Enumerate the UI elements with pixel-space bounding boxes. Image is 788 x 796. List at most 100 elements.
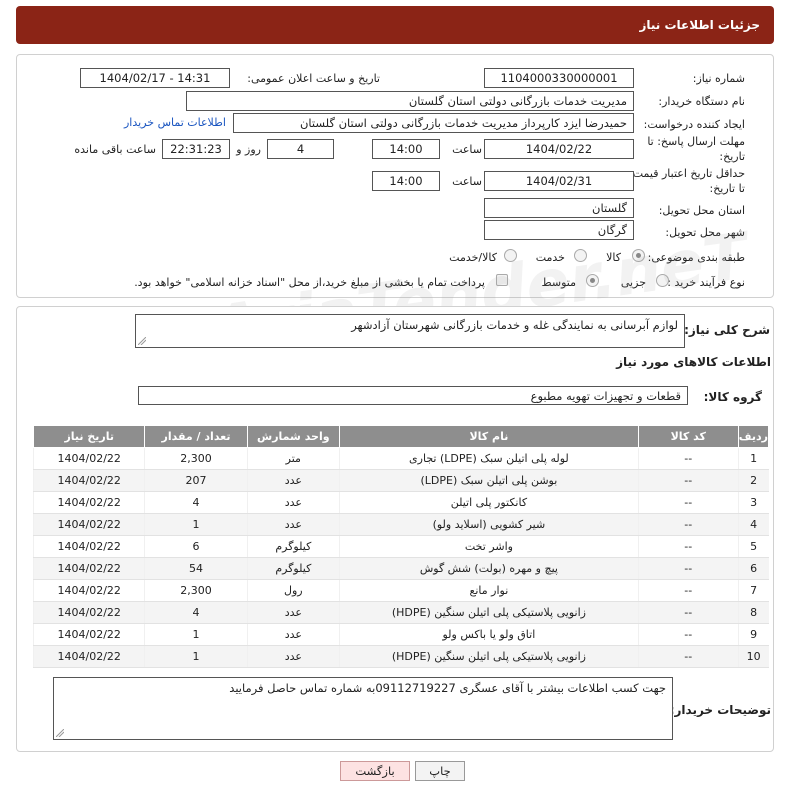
description-field[interactable]: لوازم آبرسانی به نمایندگی غله و خدمات با…	[135, 314, 685, 348]
buyer-notes-field[interactable]: جهت کسب اطلاعات بیشتر با آقای عسگری 0911…	[53, 677, 673, 740]
cell-qty: 6	[144, 535, 248, 558]
cell-date: 1404/02/22	[32, 623, 145, 646]
category-radio-service[interactable]	[574, 249, 587, 262]
days-label: روز و	[236, 143, 261, 156]
process-label: نوع فرآیند خرید :	[667, 276, 745, 289]
category-option-goods: کالا	[606, 251, 621, 264]
cell-date: 1404/02/22	[32, 447, 145, 470]
cell-code: --	[637, 469, 739, 492]
cell-name: زانویی پلاستیکی پلی اتیلن سنگین (HDPE)	[339, 645, 639, 668]
table-row: 1 -- لوله پلی اتیلن سبک (LDPE) تجاری متر 2,3…	[32, 447, 769, 470]
cell-qty: 2,300	[144, 447, 248, 470]
reply-date-field: 1404/02/22	[484, 139, 634, 159]
cell-name: کانکتور پلی اتیلن	[339, 491, 639, 514]
print-button[interactable]: چاپ	[415, 761, 465, 781]
cell-row: 8	[737, 601, 769, 624]
process-radio-minor[interactable]	[656, 274, 669, 287]
goods-table: ردیف کد کالا نام کالا واحد شمارش تعداد /…	[32, 425, 770, 668]
col-row: ردیف	[737, 425, 770, 448]
city-field: گرگان	[484, 220, 634, 240]
category-option-goods-service: کالا/خدمت	[449, 251, 497, 264]
table-row: 8 -- زانویی پلاستیکی پلی اتیلن سنگین (HDPE…	[32, 601, 769, 624]
buyer-contact-link[interactable]: اطلاعات تماس خریدار	[124, 116, 226, 129]
announce-datetime-label: تاریخ و ساعت اعلان عمومی:	[247, 72, 380, 85]
cell-row: 5	[737, 535, 769, 558]
cell-code: --	[637, 491, 739, 514]
announce-datetime-field: 1404/02/17 - 14:31	[80, 68, 230, 88]
goods-group-label: گروه کالا:	[703, 390, 762, 404]
page-header: جزئیات اطلاعات نیاز	[16, 6, 774, 44]
reply-time-field: 14:00	[372, 139, 440, 159]
category-radio-goods-service[interactable]	[504, 249, 517, 262]
cell-qty: 54	[144, 557, 248, 580]
buyer-notes-label: توضیحات خریدار:	[669, 703, 771, 717]
table-row: 2 -- بوشن پلی اتیلن سبک (LDPE) عدد 207 1404/0…	[32, 469, 769, 492]
cell-name: شیر کشویی (اسلاید ولو)	[339, 513, 639, 536]
cell-qty: 207	[144, 469, 248, 492]
price-deadline-label: حداقل تاریخ اعتبار قیمت: تا تاریخ:	[629, 167, 745, 195]
resize-grip-icon	[138, 337, 146, 345]
col-date: تاریخ نیاز	[32, 425, 146, 448]
cell-qty: 4	[144, 601, 248, 624]
cell-code: --	[637, 513, 739, 536]
cell-date: 1404/02/22	[32, 469, 145, 492]
cell-date: 1404/02/22	[32, 513, 145, 536]
buyer-org-field: مدیریت خدمات بازرگانی دولتی استان گلستان	[186, 91, 634, 111]
cell-row: 4	[737, 513, 769, 536]
back-button[interactable]: بازگشت	[340, 761, 410, 781]
buyer-notes-value: جهت کسب اطلاعات بیشتر با آقای عسگری 0911…	[229, 681, 666, 695]
creator-field: حمیدرضا ایزد کارپرداز مدیریت خدمات بازرگ…	[233, 113, 634, 133]
cell-row: 9	[737, 623, 769, 646]
cell-unit: کیلوگرم	[246, 557, 340, 580]
remaining-time-field: 22:31:23	[162, 139, 230, 159]
cell-qty: 1	[144, 645, 248, 668]
reply-time-label: ساعت	[452, 143, 482, 156]
col-unit: واحد شمارش	[246, 425, 341, 448]
cell-qty: 2,300	[144, 579, 248, 602]
table-row: 3 -- کانکتور پلی اتیلن عدد 4 1404/02/22	[32, 491, 769, 514]
payment-note: پرداخت تمام یا بخشی از مبلغ خرید،از محل …	[134, 276, 485, 289]
cell-code: --	[637, 535, 739, 558]
table-row: 6 -- پیچ و مهره (بولت) شش گوش کیلوگرم 54 1404…	[32, 557, 769, 580]
cell-name: نوار مانع	[339, 579, 639, 602]
process-option-minor: جزیی	[620, 276, 646, 289]
cell-qty: 4	[144, 491, 248, 514]
table-row: 5 -- واشر تخت کیلوگرم 6 1404/02/22	[32, 535, 769, 558]
col-code: کد کالا	[637, 425, 739, 448]
payment-checkbox[interactable]	[496, 274, 508, 286]
reply-deadline-label: مهلت ارسال پاسخ: تا تاریخ:	[647, 135, 745, 163]
cell-date: 1404/02/22	[32, 645, 145, 668]
col-name: نام کالا	[339, 425, 639, 448]
cell-code: --	[637, 601, 739, 624]
cell-row: 2	[737, 469, 769, 492]
days-field: 4	[267, 139, 334, 159]
cell-row: 7	[737, 579, 769, 602]
process-radio-medium[interactable]	[586, 274, 599, 287]
cell-unit: متر	[246, 447, 340, 470]
city-label: شهر محل تحویل:	[665, 226, 745, 239]
cell-unit: عدد	[246, 491, 340, 514]
process-option-medium: متوسط	[541, 276, 576, 289]
buyer-org-label: نام دستگاه خریدار:	[658, 95, 745, 108]
category-radio-goods[interactable]	[632, 249, 645, 262]
cell-date: 1404/02/22	[32, 557, 145, 580]
cell-date: 1404/02/22	[32, 579, 145, 602]
price-time-label: ساعت	[452, 175, 482, 188]
province-label: استان محل تحویل:	[658, 204, 745, 217]
cell-name: اتاق ولو یا باکس ولو	[339, 623, 639, 646]
cell-name: بوشن پلی اتیلن سبک (LDPE)	[339, 469, 639, 492]
goods-group-field: قطعات و تجهیزات تهویه مطبوع	[138, 386, 688, 405]
col-qty: تعداد / مقدار	[144, 425, 248, 448]
creator-label: ایجاد کننده درخواست:	[643, 118, 745, 131]
cell-unit: عدد	[246, 513, 340, 536]
cell-row: 3	[737, 491, 769, 514]
cell-name: لوله پلی اتیلن سبک (LDPE) تجاری	[339, 447, 639, 470]
price-date-field: 1404/02/31	[484, 171, 634, 191]
table-row: 7 -- نوار مانع رول 2,300 1404/02/22	[32, 579, 769, 602]
cell-unit: عدد	[246, 601, 340, 624]
cell-name: واشر تخت	[339, 535, 639, 558]
need-number-field: 1104000330000001	[484, 68, 634, 88]
goods-section-title: اطلاعات کالاهای مورد نیاز	[616, 355, 771, 369]
cell-unit: رول	[246, 579, 340, 602]
cell-code: --	[637, 645, 739, 668]
